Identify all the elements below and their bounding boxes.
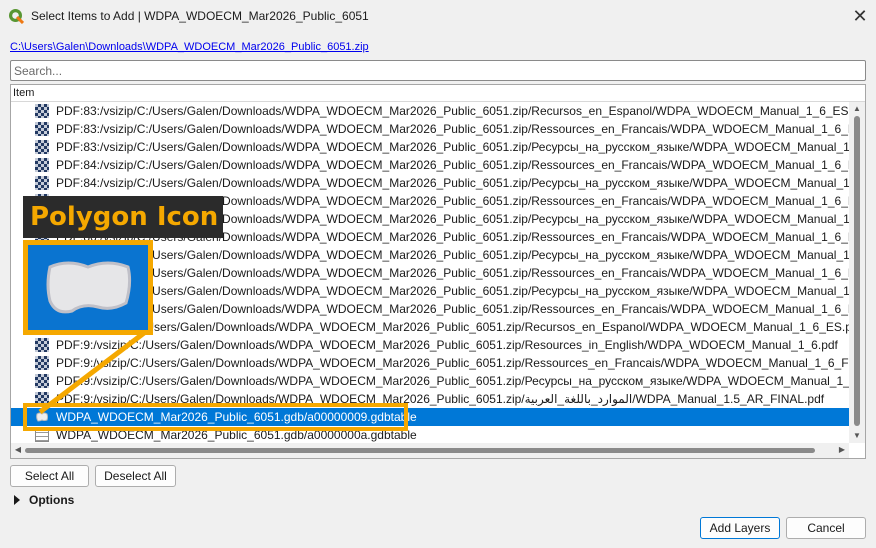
- list-item[interactable]: PDF:9:/vsizip/C:/Users/Galen/Downloads/W…: [11, 372, 849, 390]
- list-item-label: PDF:88:/vsizip/C:/Users/Galen/Downloads/…: [56, 302, 849, 316]
- title-bar: Select Items to Add | WDPA_WDOECM_Mar202…: [0, 0, 876, 32]
- archive-path-link[interactable]: C:\Users\Galen\Downloads\WDPA_WDOECM_Mar…: [10, 41, 369, 53]
- options-label: Options: [29, 493, 75, 507]
- search-input[interactable]: [10, 60, 866, 81]
- list-item-label: PDF:83:/vsizip/C:/Users/Galen/Downloads/…: [56, 104, 849, 118]
- pdf-icon: [35, 158, 49, 172]
- vertical-scrollbar[interactable]: ▲ ▼: [849, 102, 865, 443]
- pdf-icon: [35, 176, 49, 190]
- scroll-up-icon[interactable]: ▲: [852, 104, 862, 114]
- callout-label: Polygon Icon: [23, 196, 223, 238]
- list-item-label: PDF:84:/vsizip/C:/Users/Galen/Downloads/…: [56, 158, 849, 172]
- list-item-label: PDF:87:/vsizip/C:/Users/Galen/Downloads/…: [56, 284, 849, 298]
- scroll-left-icon[interactable]: ◀: [13, 445, 23, 455]
- list-item[interactable]: PDF:83:/vsizip/C:/Users/Galen/Downloads/…: [11, 120, 849, 138]
- pdf-icon: [35, 356, 49, 370]
- options-toggle[interactable]: Options: [14, 493, 74, 507]
- list-item-label: PDF:9:/vsizip/C:/Users/Galen/Downloads/W…: [56, 338, 838, 352]
- list-item-label: PDF:84:/vsizip/C:/Users/Galen/Downloads/…: [56, 176, 849, 190]
- deselect-all-button[interactable]: Deselect All: [95, 465, 176, 487]
- cancel-button[interactable]: Cancel: [786, 517, 866, 539]
- polygon-icon: [46, 261, 132, 314]
- list-item[interactable]: PDF:84:/vsizip/C:/Users/Galen/Downloads/…: [11, 156, 849, 174]
- window-title: Select Items to Add | WDPA_WDOECM_Mar202…: [31, 9, 369, 23]
- pdf-icon: [35, 338, 49, 352]
- scroll-right-icon[interactable]: ▶: [837, 445, 847, 455]
- list-item[interactable]: PDF:84:/vsizip/C:/Users/Galen/Downloads/…: [11, 174, 849, 192]
- list-item-label: PDF:83:/vsizip/C:/Users/Galen/Downloads/…: [56, 122, 849, 136]
- list-item-label: PDF:9:/vsizip/C:/Users/Galen/Downloads/W…: [56, 320, 849, 334]
- pdf-icon: [35, 374, 49, 388]
- expand-arrow-icon: [14, 495, 20, 505]
- scroll-down-icon[interactable]: ▼: [852, 431, 862, 441]
- column-header-item[interactable]: Item: [11, 85, 865, 102]
- list-item-label: PDF:83:/vsizip/C:/Users/Galen/Downloads/…: [56, 140, 849, 154]
- horizontal-scrollbar[interactable]: ◀ ▶: [11, 443, 849, 458]
- callout-highlight-box: [23, 403, 408, 431]
- pdf-icon: [35, 122, 49, 136]
- vertical-scroll-thumb[interactable]: [854, 116, 860, 426]
- list-item[interactable]: PDF:9:/vsizip/C:/Users/Galen/Downloads/W…: [11, 336, 849, 354]
- pdf-icon: [35, 104, 49, 118]
- list-item-label: PDF:87:/vsizip/C:/Users/Galen/Downloads/…: [56, 266, 849, 280]
- add-layers-button[interactable]: Add Layers: [700, 517, 780, 539]
- list-item-label: PDF:9:/vsizip/C:/Users/Galen/Downloads/W…: [56, 356, 849, 370]
- pdf-icon: [35, 140, 49, 154]
- qgis-logo-icon: [9, 9, 24, 24]
- select-all-button[interactable]: Select All: [10, 465, 89, 487]
- close-icon[interactable]: ✕: [848, 4, 872, 28]
- list-item[interactable]: PDF:83:/vsizip/C:/Users/Galen/Downloads/…: [11, 138, 849, 156]
- list-item-label: PDF:9:/vsizip/C:/Users/Galen/Downloads/W…: [56, 374, 849, 388]
- list-item[interactable]: PDF:83:/vsizip/C:/Users/Galen/Downloads/…: [11, 102, 849, 120]
- list-item-label: PDF:86:/vsizip/C:/Users/Galen/Downloads/…: [56, 248, 849, 262]
- polygon-icon-zoom: [23, 240, 153, 335]
- list-item[interactable]: PDF:9:/vsizip/C:/Users/Galen/Downloads/W…: [11, 354, 849, 372]
- horizontal-scroll-thumb[interactable]: [25, 448, 815, 453]
